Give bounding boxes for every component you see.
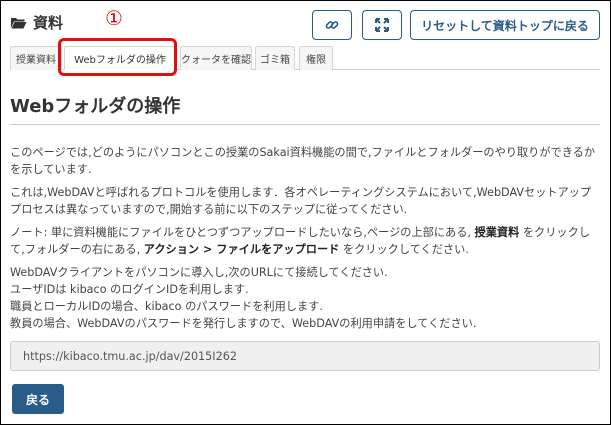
reset-to-resources-top-button[interactable]: リセットして資料トップに戻る	[410, 10, 600, 40]
folder-open-icon	[11, 18, 27, 29]
webdav-url-field[interactable]: https://kibaco.tmu.ac.jp/dav/2015I262	[10, 341, 600, 371]
tab-permissions[interactable]: 権限	[299, 46, 333, 70]
note-bold-upload-action: アクション > ファイルをアップロード	[143, 243, 340, 256]
note-paragraph: ノート: 単に資料機能にファイルをひとつずつアップロードしたいなら,ページの上部…	[10, 224, 602, 258]
back-button[interactable]: 戻る	[12, 384, 64, 414]
annotation-highlight-box	[58, 38, 177, 76]
tab-check-quota[interactable]: クォータを確認	[180, 46, 252, 70]
tool-title: 資料	[10, 12, 63, 33]
note-text-post: をクリックしてください.	[339, 243, 469, 256]
tool-header: 資料 ① リセットして資料トップに戻る	[10, 6, 600, 42]
expand-icon	[375, 18, 389, 32]
intro-paragraph: このページでは,どのようにパソコンとこの授業のSakai資料機能の間で,ファイル…	[10, 146, 596, 176]
note-bold-resources: 授業資料	[474, 226, 520, 239]
annotation-marker: ①	[105, 6, 123, 30]
tab-course-resources[interactable]: 授業資料	[10, 46, 62, 70]
link-button[interactable]	[312, 10, 352, 40]
note-text-pre: ノート: 単に資料機能にファイルをひとつずつアップロードしたいなら,ページの上部…	[10, 226, 475, 239]
instructions-paragraph: WebDAVクライアントをパソコンに導入し,次のURLにて接続してください. ユ…	[10, 264, 602, 332]
instruction-line: WebDAVクライアントをパソコンに導入し,次のURLにて接続してください.	[10, 266, 388, 279]
webdav-paragraph: これは,WebDAVと呼ばれるプロトコルを使用します．各オペレーティングシステム…	[10, 186, 592, 216]
instruction-line: 職員とローカルIDの場合、kibaco のパスワードを利用します.	[10, 300, 323, 313]
instruction-line: 教員の場合、WebDAVのパスワードを発行しますので、WebDAVの利用申請をし…	[10, 317, 477, 330]
instruction-line: ユーザIDは kibaco のログインIDを利用します.	[10, 283, 249, 296]
tab-trash[interactable]: ゴミ箱	[255, 46, 295, 70]
divider	[10, 124, 600, 125]
tool-title-label: 資料	[33, 14, 64, 32]
expand-button[interactable]	[362, 10, 402, 40]
link-icon	[325, 21, 339, 29]
page-title: Webフォルダの操作	[10, 96, 181, 117]
